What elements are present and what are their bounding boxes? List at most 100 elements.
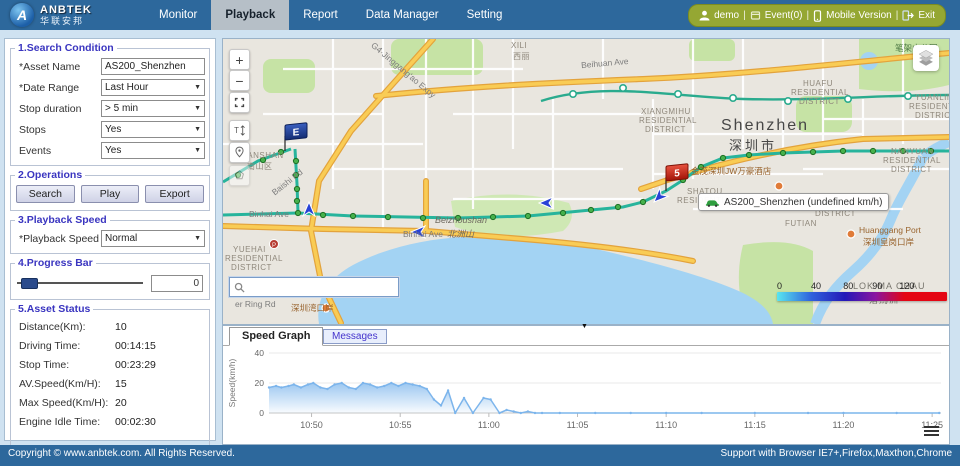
status-value: 20 — [115, 397, 127, 409]
mobile-icon — [813, 10, 822, 22]
nav-item-setting[interactable]: Setting — [453, 0, 517, 30]
status-label: Driving Time: — [15, 340, 115, 352]
exit-link[interactable]: Exit — [918, 10, 935, 21]
section-title: 2.Operations — [15, 169, 85, 181]
progress-slider-handle[interactable] — [21, 278, 38, 289]
svg-text:20: 20 — [255, 378, 265, 388]
x-tick-label: 11:00 — [478, 420, 500, 430]
svg-text:P: P — [272, 243, 276, 249]
status-label: Engine Idle Time: — [15, 416, 115, 428]
chart-menu-button[interactable] — [924, 424, 939, 438]
status-value: 15 — [115, 378, 127, 390]
separator: | — [896, 10, 899, 21]
section-title: 1.Search Condition — [15, 42, 117, 54]
status-label: AV.Speed(Km/H): — [15, 378, 115, 390]
play-button[interactable]: Play — [81, 185, 140, 203]
field-label: Stops — [15, 124, 101, 136]
location-pin-button[interactable] — [229, 142, 250, 163]
tab-speed-graph[interactable]: Speed Graph — [229, 327, 323, 346]
layers-button[interactable] — [913, 45, 939, 71]
fullscreen-button[interactable] — [229, 92, 250, 113]
top-navbar: A ANBTEK 华联安邦 MonitorPlaybackReportData … — [0, 0, 960, 30]
vehicle-tooltip: AS200_Shenzhen (undefined km/h) — [698, 193, 889, 211]
chevron-down-icon: ▼ — [194, 101, 201, 116]
field-input-0[interactable]: AS200_Shenzhen — [101, 58, 205, 75]
x-tick-label: 11:15 — [744, 420, 766, 430]
x-tick-label: 10:55 — [389, 420, 412, 430]
field-select-1[interactable]: Last Hour▼ — [101, 79, 205, 96]
nav-item-monitor[interactable]: Monitor — [145, 0, 211, 30]
nav-item-report[interactable]: Report — [289, 0, 352, 30]
status-row: Stop Time:00:23:29 — [15, 355, 205, 374]
logo-icon: A — [10, 3, 34, 27]
legend-tick: 80 — [843, 281, 853, 291]
app-logo: A ANBTEK 华联安邦 — [0, 3, 135, 27]
search-field-row: *Asset NameAS200_Shenzhen — [15, 56, 205, 77]
status-row: Distance(Km):10 — [15, 317, 205, 336]
brand-name: ANBTEK — [40, 5, 92, 16]
brand-name-cn: 华联安邦 — [40, 16, 92, 26]
main-menu: MonitorPlaybackReportData ManagerSetting — [145, 0, 516, 30]
chevron-down-icon: ▼ — [194, 80, 201, 95]
playback-speed-select[interactable]: Normal▼ — [101, 230, 205, 247]
section-title: 4.Progress Bar — [15, 257, 96, 269]
map-canvas[interactable]: P E 5 XILI西丽Beihuan Ave笔架山公园HUAFURESIDEN… — [222, 38, 950, 325]
search-condition-section: 1.Search Condition *Asset NameAS200_Shen… — [10, 42, 210, 166]
field-select-4[interactable]: Yes▼ — [101, 142, 205, 159]
search-field-row: *Date RangeLast Hour▼ — [15, 77, 205, 98]
event-link[interactable]: Event(0) — [765, 10, 803, 21]
legend-tick: 90 — [872, 281, 882, 291]
legend-tick: 120 — [899, 281, 914, 291]
asset-status-section: 5.Asset Status Distance(Km):10Driving Ti… — [10, 303, 210, 466]
export-button[interactable]: Export — [145, 185, 204, 203]
separator: | — [743, 10, 746, 21]
speed-color-legend: 0408090120 — [777, 281, 947, 301]
field-select-2[interactable]: > 5 min▼ — [101, 100, 205, 117]
chevron-down-icon: ▼ — [194, 143, 201, 158]
nav-item-playback[interactable]: Playback — [211, 0, 289, 30]
mobile-version-link[interactable]: Mobile Version — [826, 10, 892, 21]
username[interactable]: demo — [714, 10, 739, 21]
event-icon — [750, 10, 761, 21]
legend-tick-labels: 0408090120 — [777, 281, 947, 292]
measure-tool-button[interactable]: T — [229, 120, 250, 141]
progress-slider[interactable] — [17, 282, 143, 284]
layers-icon — [916, 49, 936, 67]
svg-text:40: 40 — [255, 348, 265, 358]
x-tick-label: 11:10 — [655, 420, 677, 430]
status-value: 00:14:15 — [115, 340, 156, 352]
status-row: Max Speed(Km/H):20 — [15, 393, 205, 412]
field-label: *Date Range — [15, 82, 101, 94]
pin-icon — [232, 145, 247, 160]
zoom-out-button[interactable]: − — [229, 70, 250, 91]
status-value: 00:02:30 — [115, 416, 156, 428]
speed-chart: 0204010:5010:5511:0011:0511:1011:1511:20… — [223, 345, 949, 444]
chevron-down-icon: ▼ — [194, 231, 201, 246]
status-row: AV.Speed(Km/H):15 — [15, 374, 205, 393]
field-select-3[interactable]: Yes▼ — [101, 121, 205, 138]
progress-value-field[interactable]: 0 — [151, 275, 203, 292]
car-icon — [705, 198, 720, 207]
status-row: Engine Idle Time:00:02:30 — [15, 412, 205, 431]
zoom-in-button[interactable]: + — [229, 49, 250, 70]
browser-support-text: Support with Browser IE7+,Firefox,Maxtho… — [721, 448, 952, 459]
svg-text:T: T — [234, 126, 239, 135]
search-field-row: EventsYes▼ — [15, 140, 205, 161]
control-sidebar: 1.Search Condition *Asset NameAS200_Shen… — [4, 38, 216, 441]
map-search-input[interactable] — [249, 281, 394, 294]
x-tick-label: 10:50 — [300, 420, 323, 430]
progress-bar-section: 4.Progress Bar 0 — [10, 257, 210, 300]
search-button[interactable]: Search — [16, 185, 75, 203]
nav-item-data-manager[interactable]: Data Manager — [352, 0, 453, 30]
field-label: Stop duration — [15, 103, 101, 115]
polygon-icon — [232, 168, 247, 183]
copyright-text: Copyright © www.anbtek.com. All Rights R… — [8, 448, 235, 459]
field-label: *Asset Name — [15, 61, 101, 73]
operations-section: 2.Operations Search Play Export — [10, 169, 210, 211]
field-label: Events — [15, 145, 101, 157]
status-label: Stop Time: — [15, 359, 115, 371]
status-value: 00:23:29 — [115, 359, 156, 371]
user-session-bar: demo | Event(0) | Mobile Version | Exit — [688, 4, 946, 27]
tab-messages[interactable]: Messages — [323, 329, 387, 344]
draw-shape-button[interactable] — [229, 165, 250, 186]
